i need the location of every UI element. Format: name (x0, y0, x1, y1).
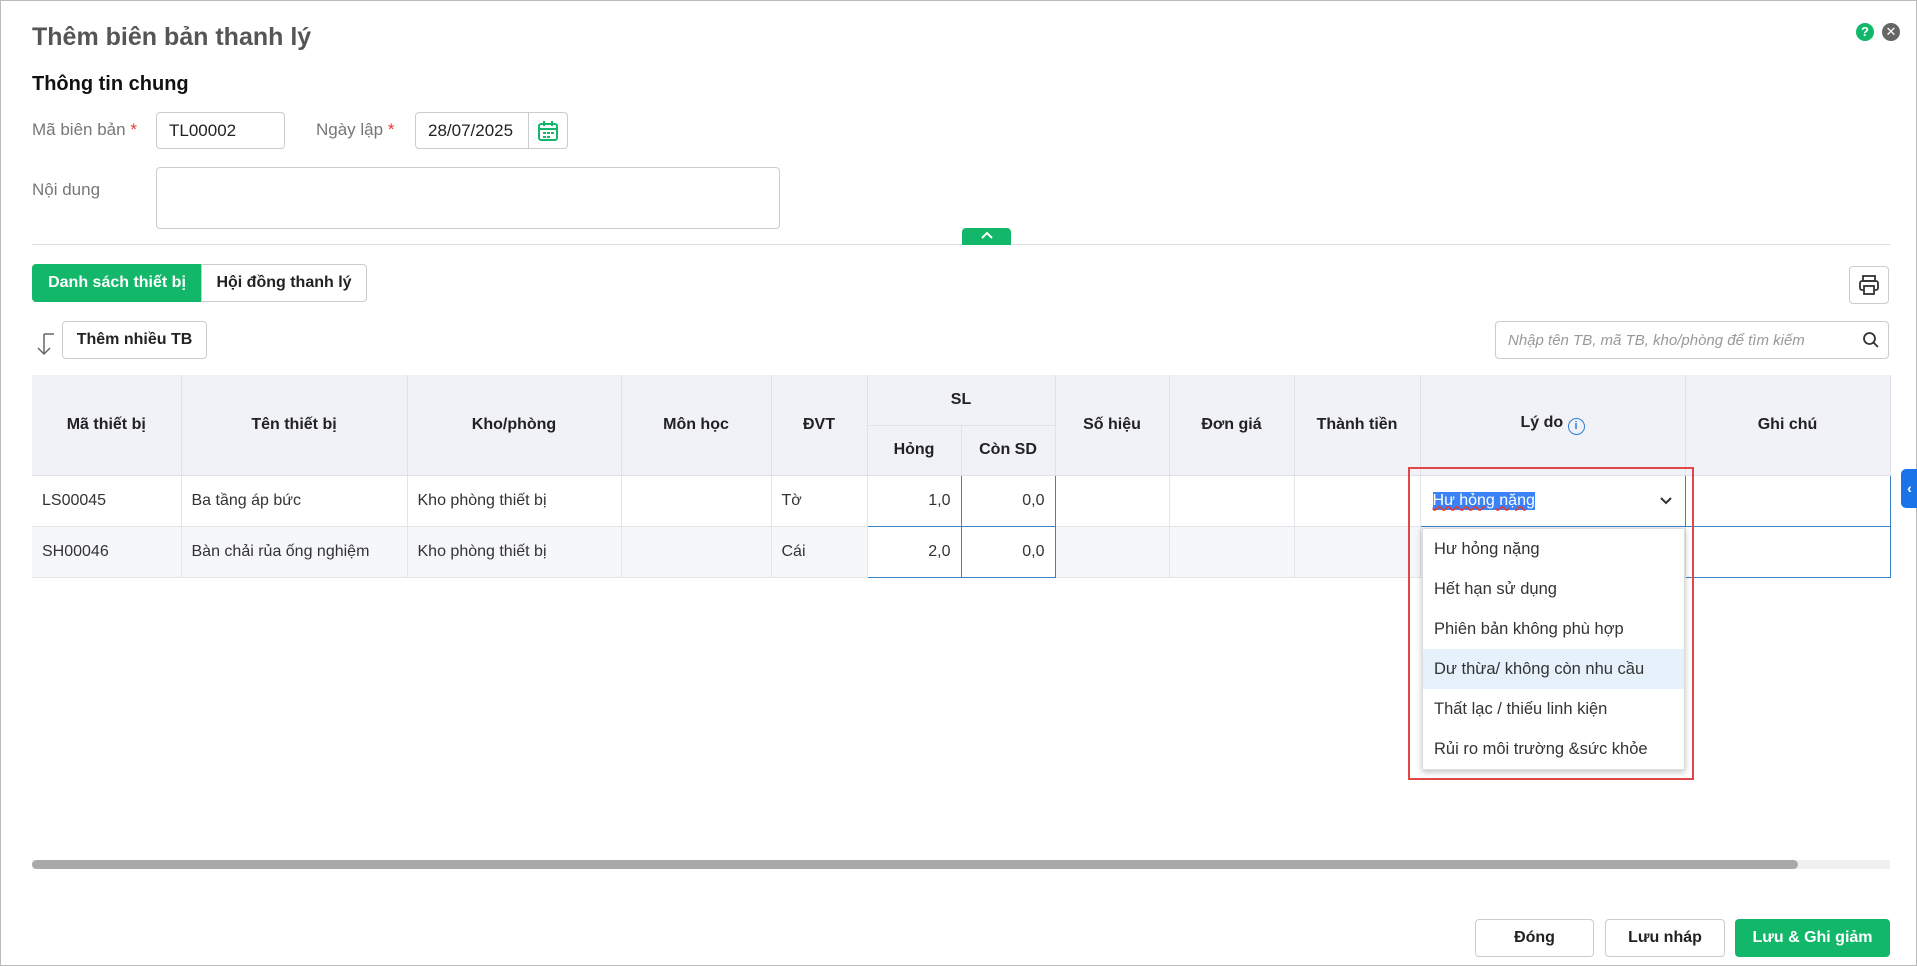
date-value: 28/07/2025 (428, 120, 514, 140)
header-serial: Số hiệu (1055, 375, 1170, 476)
cell-code: SH00046 (32, 526, 182, 578)
cell-room: Kho phòng thiết bị (407, 526, 622, 578)
chevron-up-icon (980, 231, 993, 239)
printer-icon (1859, 275, 1879, 295)
header-reason: Lý do i (1420, 375, 1686, 476)
cell-price (1169, 526, 1295, 578)
divider (32, 244, 1890, 245)
calendar-icon[interactable] (528, 113, 567, 148)
broken-qty-input[interactable]: 2,0 (866, 525, 962, 578)
info-icon[interactable]: i (1567, 418, 1585, 436)
sort-arrow-icon[interactable] (35, 331, 57, 362)
cell-unit: Tờ (771, 475, 868, 527)
header-note: Ghi chú (1685, 375, 1891, 476)
header-broken: Hỏng (867, 425, 962, 476)
tab-equipment-list[interactable]: Danh sách thiết bị (32, 264, 202, 302)
cell-room: Kho phòng thiết bị (407, 475, 622, 527)
header-room: Kho/phòng (407, 375, 622, 476)
cell-amount (1294, 475, 1421, 527)
cell-price (1169, 475, 1295, 527)
broken-qty-input[interactable]: 1,0 (866, 474, 962, 527)
header-unit: ĐVT (771, 375, 868, 476)
content-textarea[interactable] (156, 167, 780, 229)
header-price: Đơn giá (1169, 375, 1295, 476)
cell-serial (1055, 526, 1170, 578)
cell-subject (621, 475, 772, 527)
header-subject: Môn học (621, 375, 772, 476)
cell-name: Ba tầng áp bức (181, 475, 408, 527)
cell-name: Bàn chải rủa ống nghiệm (181, 526, 408, 578)
header-remain: Còn SD (961, 425, 1056, 476)
highlight-box (1408, 467, 1694, 780)
cell-code: LS00045 (32, 475, 182, 527)
content-label: Nội dung (32, 180, 101, 199)
remain-qty-input[interactable]: 0,0 (960, 525, 1056, 578)
collapse-toggle[interactable] (962, 228, 1011, 245)
header-amount: Thành tiền (1294, 375, 1421, 476)
close-button[interactable]: Đóng (1475, 919, 1594, 957)
date-input[interactable]: 28/07/2025 (415, 112, 568, 149)
save-and-reduce-button[interactable]: Lưu & Ghi giảm (1735, 919, 1890, 957)
note-input[interactable] (1684, 525, 1891, 578)
scrollbar-thumb[interactable] (32, 860, 1798, 869)
cell-unit: Cái (771, 526, 868, 578)
remain-qty-input[interactable]: 0,0 (960, 474, 1056, 527)
header-qty: SL (867, 375, 1056, 426)
search-icon[interactable] (1862, 331, 1880, 349)
horizontal-scrollbar[interactable] (32, 860, 1890, 869)
cell-subject (621, 526, 772, 578)
code-label: Mã biên bản * (32, 120, 137, 139)
code-input[interactable]: TL00002 (156, 112, 285, 149)
help-icon[interactable]: ? (1856, 23, 1874, 41)
cell-serial (1055, 475, 1170, 527)
print-button[interactable] (1849, 266, 1889, 304)
side-panel-toggle[interactable]: ‹ (1901, 469, 1917, 508)
header-code: Mã thiết bị (32, 375, 182, 476)
date-label: Ngày lập * (316, 120, 395, 139)
close-icon[interactable]: ✕ (1882, 23, 1900, 41)
dialog-title: Thêm biên bản thanh lý (32, 23, 312, 51)
add-many-button[interactable]: Thêm nhiều TB (62, 321, 207, 359)
header-name: Tên thiết bị (181, 375, 408, 476)
search-placeholder: Nhập tên TB, mã TB, kho/phòng để tìm kiế… (1508, 331, 1805, 349)
search-input[interactable]: Nhập tên TB, mã TB, kho/phòng để tìm kiế… (1495, 321, 1889, 359)
section-title: Thông tin chung (32, 73, 189, 95)
cell-amount (1294, 526, 1421, 578)
note-input[interactable] (1684, 474, 1891, 527)
tab-council[interactable]: Hội đồng thanh lý (201, 264, 367, 302)
save-draft-button[interactable]: Lưu nháp (1605, 919, 1725, 957)
